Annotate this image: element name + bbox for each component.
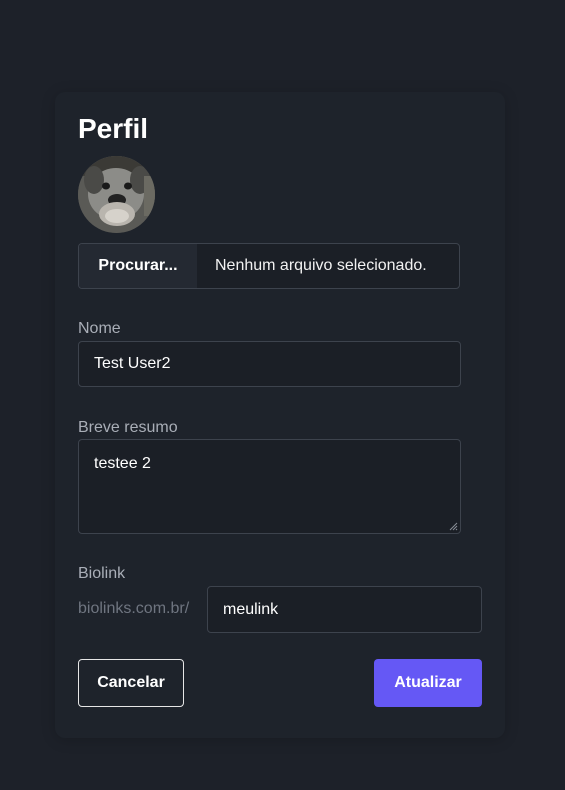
avatar: [78, 156, 155, 233]
name-label: Nome: [78, 320, 121, 337]
biolink-prefix: biolinks.com.br/: [78, 600, 190, 617]
page-title: Perfil: [78, 113, 149, 144]
biolink-field[interactable]: meulink: [207, 586, 482, 633]
biolink-label: Biolink: [78, 565, 126, 582]
summary-label: Breve resumo: [78, 419, 178, 436]
file-input[interactable]: Procurar... Nenhum arquivo selecionado.: [78, 243, 460, 289]
update-button[interactable]: Atualizar: [374, 659, 482, 707]
resize-grip-icon[interactable]: [448, 521, 458, 531]
dog-avatar-icon: [78, 156, 155, 233]
summary-text: testee 2: [94, 455, 151, 472]
summary-textarea[interactable]: testee 2: [78, 439, 461, 534]
name-field[interactable]: Test User2: [78, 341, 461, 387]
browse-button[interactable]: Procurar...: [79, 244, 197, 288]
cancel-button[interactable]: Cancelar: [78, 659, 184, 707]
file-status-text: Nenhum arquivo selecionado.: [215, 257, 427, 274]
